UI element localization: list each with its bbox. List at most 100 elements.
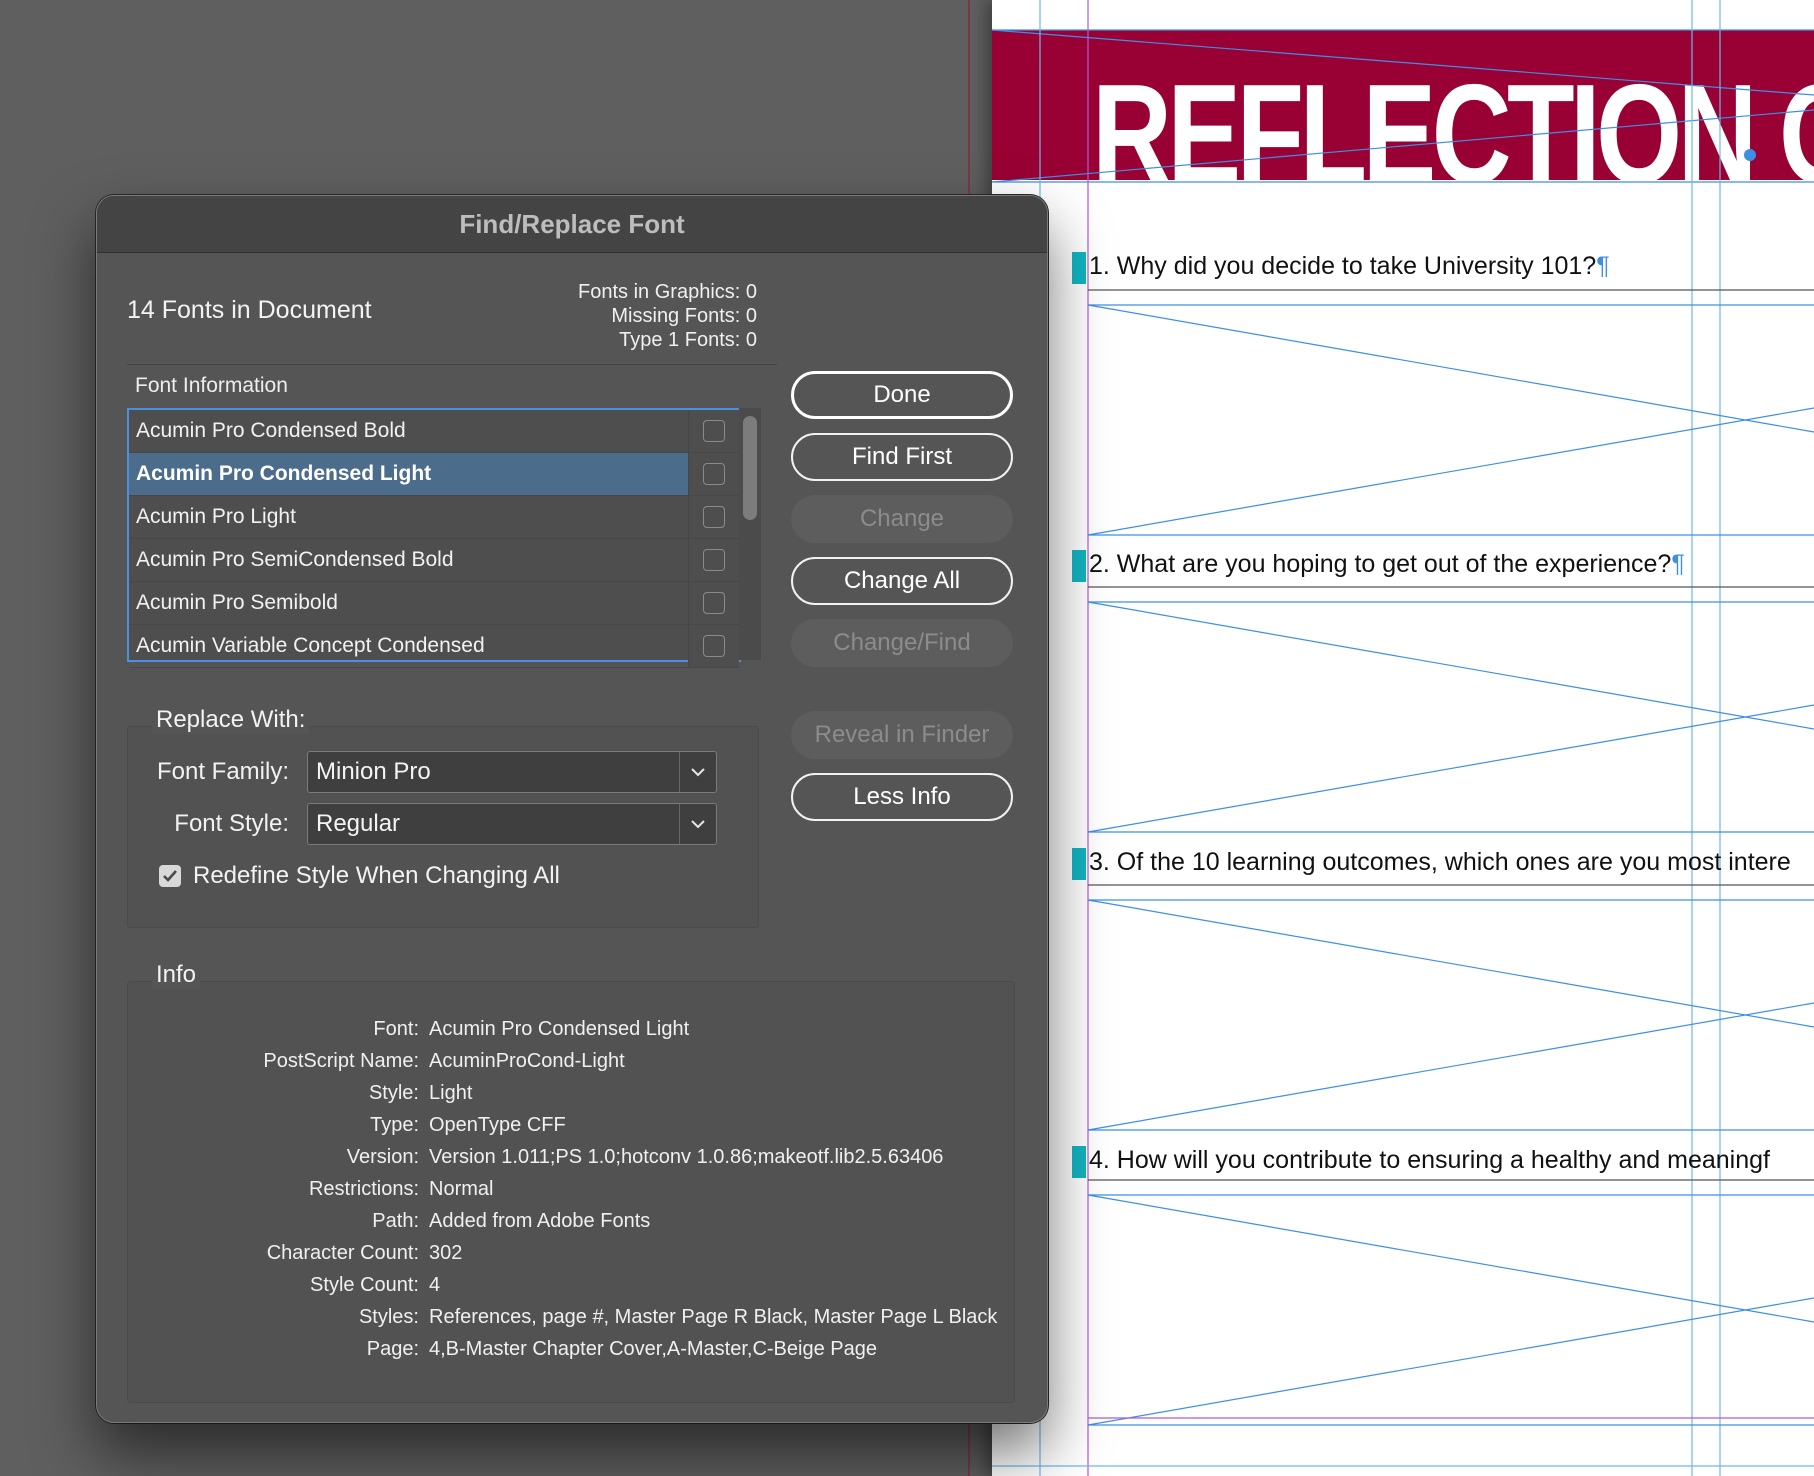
info-value: References, page #, Master Page R Black,… <box>429 1305 998 1328</box>
fonts-count: 14 Fonts in Document <box>127 296 372 324</box>
checkbox[interactable] <box>703 420 725 442</box>
info-value: 4 <box>429 1273 441 1296</box>
info-key: Page: <box>366 1337 419 1360</box>
chevron-down-icon[interactable] <box>679 804 716 844</box>
change-button[interactable]: Change <box>791 495 1013 543</box>
font-name: Acumin Pro Light <box>136 505 296 528</box>
font-list-item[interactable]: Acumin Pro Semibold <box>129 582 739 625</box>
dialog-title: Find/Replace Font <box>459 208 685 239</box>
missing-fonts: Missing Fonts: 0 <box>611 305 757 327</box>
font-information-label: Font Information <box>135 374 288 397</box>
font-list-item[interactable]: Acumin Pro Light <box>129 496 739 539</box>
info-row-type: Type: OpenType CFF <box>127 1109 1007 1141</box>
redefine-style-option[interactable]: Redefine Style When Changing All <box>159 862 560 890</box>
font-style-value: Regular <box>316 810 401 837</box>
replace-with-label: Replace With: <box>152 706 310 734</box>
checkbox[interactable] <box>703 592 725 614</box>
font-name: Acumin Pro Condensed Light <box>136 462 432 485</box>
question-1[interactable]: 1. Why did you decide to take University… <box>1089 252 1610 281</box>
checkbox[interactable] <box>703 506 725 528</box>
document-page[interactable]: REFLECTION O 1. Why did you decide to ta… <box>992 0 1814 1476</box>
question-2[interactable]: 2. What are you hoping to get out of the… <box>1089 550 1685 579</box>
dialog-titlebar[interactable]: Find/Replace Font <box>97 196 1047 253</box>
info-value: Version 1.011;PS 1.0;hotconv 1.0.86;make… <box>429 1145 944 1168</box>
redefine-style-checkbox[interactable] <box>159 865 181 887</box>
scrollbar-thumb[interactable] <box>743 416 757 520</box>
info-value: Added from Adobe Fonts <box>429 1209 651 1232</box>
font-checkbox-cell[interactable] <box>688 496 739 538</box>
info-key: Style: <box>368 1081 419 1104</box>
question-marker <box>1072 848 1086 880</box>
font-list-item[interactable]: Acumin Variable Concept Condensed <box>129 625 739 668</box>
font-stats: Fonts in Graphics: 0 Missing Fonts: 0 Ty… <box>578 280 757 352</box>
info-key: Type: <box>370 1113 419 1136</box>
info-row-postscript-name: PostScript Name: AcuminProCond-Light <box>127 1045 1007 1077</box>
change-all-button[interactable]: Change All <box>791 557 1013 605</box>
question-marker <box>1072 1146 1086 1178</box>
pilcrow-icon: ¶ <box>1671 550 1685 578</box>
info-value: Light <box>429 1081 473 1104</box>
info-row-style: Style: Light <box>127 1077 1007 1109</box>
font-name: Acumin Pro SemiCondensed Bold <box>136 548 454 571</box>
info-row-version: Version: Version 1.011;PS 1.0;hotconv 1.0… <box>127 1141 1007 1173</box>
font-name: Acumin Pro Semibold <box>136 591 338 614</box>
info-row-path: Path: Added from Adobe Fonts <box>127 1205 1007 1237</box>
info-key: Version: <box>346 1145 419 1168</box>
redefine-style-label: Redefine Style When Changing All <box>193 862 560 889</box>
reveal-in-finder-button[interactable]: Reveal in Finder <box>791 711 1013 759</box>
font-list-item[interactable]: Acumin Pro SemiCondensed Bold <box>129 539 739 582</box>
font-list[interactable]: Acumin Pro Condensed Bold Acumin Pro Con… <box>127 408 741 668</box>
font-checkbox-cell[interactable] <box>688 625 739 667</box>
divider <box>127 364 777 365</box>
info-row-style-count: Style Count: 4 <box>127 1269 1007 1301</box>
info-table: Font: Acumin Pro Condensed Light PostScri… <box>127 1013 1007 1365</box>
layout-guides <box>992 0 1814 1476</box>
info-value: 302 <box>429 1241 463 1264</box>
font-family-value: Minion Pro <box>316 758 431 785</box>
font-checkbox-cell[interactable] <box>688 453 739 495</box>
info-key: Styles: <box>358 1305 419 1328</box>
find-replace-font-dialog[interactable]: Find/Replace Font 14 Fonts in Document F… <box>96 195 1048 1423</box>
font-style-select[interactable]: Regular <box>307 803 717 845</box>
info-value: OpenType CFF <box>429 1113 566 1136</box>
info-value: Normal <box>429 1177 494 1200</box>
question-4[interactable]: 4. How will you contribute to ensuring a… <box>1089 1146 1770 1175</box>
change-find-button[interactable]: Change/Find <box>791 619 1013 667</box>
checkbox[interactable] <box>703 463 725 485</box>
info-key: PostScript Name: <box>263 1049 419 1072</box>
info-key: Character Count: <box>266 1241 419 1264</box>
info-value: Acumin Pro Condensed Light <box>429 1017 690 1040</box>
type1-fonts: Type 1 Fonts: 0 <box>619 329 757 351</box>
info-value: AcuminProCond-Light <box>429 1049 625 1072</box>
less-info-button[interactable]: Less Info <box>791 773 1013 821</box>
info-label: Info <box>152 961 201 989</box>
checkbox[interactable] <box>703 635 725 657</box>
font-family-label: Font Family: <box>156 758 289 785</box>
info-key: Path: <box>372 1209 419 1232</box>
banner-title[interactable]: REFLECTION O <box>1092 60 1814 210</box>
font-family-select[interactable]: Minion Pro <box>307 751 717 793</box>
info-key: Font: <box>373 1017 419 1040</box>
chevron-down-icon[interactable] <box>679 752 716 792</box>
font-name: Acumin Pro Condensed Bold <box>136 419 406 442</box>
info-row-styles: Styles: References, page #, Master Page R… <box>127 1301 1007 1333</box>
font-list-item-selected[interactable]: Acumin Pro Condensed Light <box>129 453 739 496</box>
pilcrow-icon: ¶ <box>1596 252 1610 280</box>
font-checkbox-cell[interactable] <box>688 582 739 624</box>
font-checkbox-cell[interactable] <box>688 410 739 452</box>
font-checkbox-cell[interactable] <box>688 539 739 581</box>
info-key: Restrictions: <box>308 1177 419 1200</box>
info-row-font: Font: Acumin Pro Condensed Light <box>127 1013 1007 1045</box>
checkbox[interactable] <box>703 549 725 571</box>
info-row-restrictions: Restrictions: Normal <box>127 1173 1007 1205</box>
find-first-button[interactable]: Find First <box>791 433 1013 481</box>
question-marker <box>1072 252 1086 284</box>
info-row-page: Page: 4,B-Master Chapter Cover,A-Master,C… <box>127 1333 1007 1365</box>
info-row-character-count: Character Count: 302 <box>127 1237 1007 1269</box>
question-3[interactable]: 3. Of the 10 learning outcomes, which on… <box>1089 848 1791 877</box>
font-list-item[interactable]: Acumin Pro Condensed Bold <box>129 410 739 453</box>
fonts-in-graphics: Fonts in Graphics: 0 <box>578 281 757 303</box>
done-button[interactable]: Done <box>791 371 1013 419</box>
font-name: Acumin Variable Concept Condensed <box>136 634 485 657</box>
info-key: Style Count: <box>310 1273 419 1296</box>
